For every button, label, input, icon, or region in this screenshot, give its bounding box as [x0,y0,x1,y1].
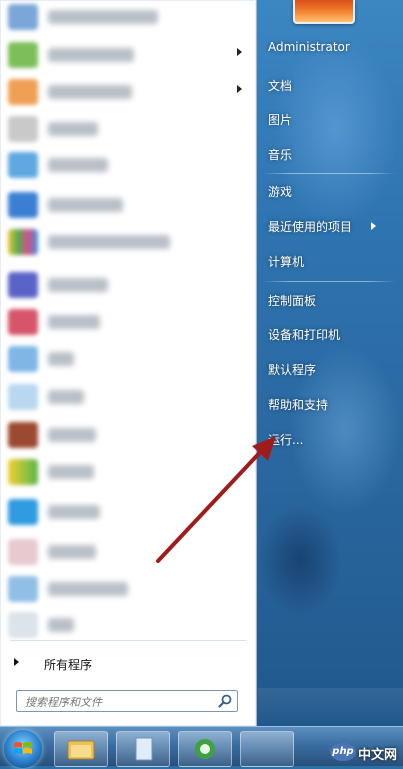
program-label [48,352,74,366]
submenu-arrow-icon [237,48,242,56]
program-item[interactable] [8,75,248,109]
program-item[interactable] [8,112,248,146]
all-programs-button[interactable]: 所有程序 [0,653,250,675]
program-icon [8,459,38,485]
document-icon [135,737,153,761]
program-item[interactable] [8,38,248,72]
program-label [48,545,96,559]
submenu-arrow-icon [237,85,242,93]
program-label [48,85,132,99]
default-programs-link[interactable]: 默认程序 [268,361,316,378]
program-icon [8,346,38,372]
program-item[interactable] [8,380,248,414]
computer-link[interactable]: 计算机 [268,253,304,270]
program-label [48,278,108,292]
taskbar-explorer-button[interactable] [54,731,108,767]
program-label [48,505,100,519]
search-icon[interactable] [217,693,233,709]
program-item[interactable] [8,535,248,569]
site-watermark: php 中文网 [330,743,402,763]
program-icon [8,79,38,105]
explorer-icon [67,740,95,760]
program-item[interactable] [8,418,248,452]
ie-icon [195,739,215,759]
program-item[interactable] [8,148,248,182]
program-label [48,198,123,212]
program-icon [8,4,38,30]
program-item[interactable] [8,305,248,339]
program-icon [8,384,38,410]
program-label [48,158,108,172]
run-link[interactable]: 运行... [268,431,303,448]
user-name-link[interactable]: Administrator [268,40,350,54]
program-item[interactable] [8,188,248,222]
expand-arrow-icon [14,658,19,666]
shutdown-area [258,688,403,726]
program-item[interactable] [8,495,248,529]
devices-printers-link[interactable]: 设备和打印机 [268,326,340,343]
program-label [48,428,96,442]
help-support-link[interactable]: 帮助和支持 [268,396,328,413]
program-item[interactable] [8,455,248,489]
program-icon [8,422,38,448]
program-item[interactable] [8,225,248,259]
program-label [48,10,158,24]
control-panel-link[interactable]: 控制面板 [268,292,316,309]
program-icon [8,499,38,525]
submenu-arrow-icon [371,222,376,230]
search-box[interactable] [16,690,238,712]
divider [262,281,396,282]
music-link[interactable]: 音乐 [268,146,292,163]
program-item[interactable] [8,572,248,606]
games-link[interactable]: 游戏 [268,183,292,200]
programs-panel: 所有程序 [0,0,257,726]
program-label [48,235,170,249]
program-icon [8,539,38,565]
program-label [48,465,94,479]
program-icon [8,612,38,638]
pictures-link[interactable]: 图片 [268,111,292,128]
program-icon [8,229,38,255]
divider [262,173,396,174]
program-label [48,582,128,596]
all-programs-label: 所有程序 [44,658,93,672]
program-icon [8,152,38,178]
documents-link[interactable]: 文档 [268,77,292,94]
program-icon [8,116,38,142]
program-label [48,315,100,329]
program-label [48,390,84,404]
program-item[interactable] [8,342,248,376]
program-label [48,122,98,136]
windows-orb-icon [14,742,32,754]
program-item[interactable] [8,268,248,302]
program-label [48,48,134,62]
watermark-logo: php [330,743,356,761]
program-icon [8,192,38,218]
search-input[interactable] [23,693,217,711]
program-item[interactable] [8,608,248,642]
program-icon [8,576,38,602]
program-icon [8,42,38,68]
recent-items-link[interactable]: 最近使用的项目 [268,218,352,235]
user-avatar[interactable] [293,0,355,24]
watermark-text: 中文网 [358,748,398,763]
taskbar-app-button[interactable] [116,731,170,767]
program-label [48,618,74,632]
program-icon [8,272,38,298]
program-item[interactable] [8,0,248,34]
taskbar-app-button[interactable] [240,731,294,767]
taskbar-browser-button[interactable] [178,731,232,767]
divider [10,640,246,641]
program-icon [8,309,38,335]
